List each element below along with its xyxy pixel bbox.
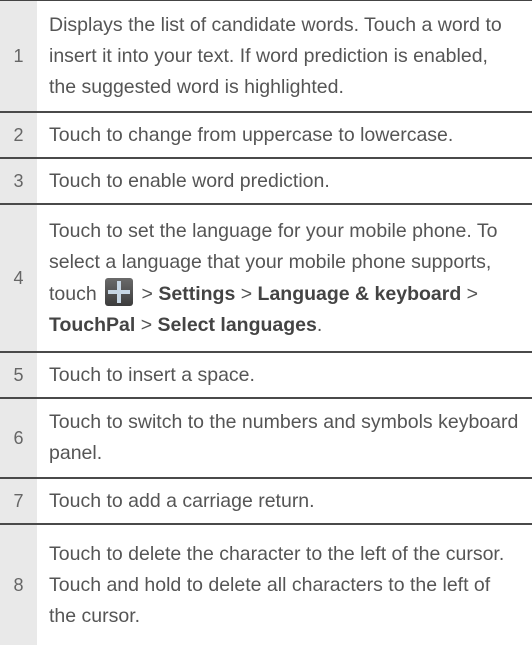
table-row: 5 Touch to insert a space. (0, 353, 532, 399)
row-number: 6 (0, 399, 37, 477)
row-description: Touch to insert a space. (37, 353, 532, 397)
table-row: 8 Touch to delete the character to the l… (0, 525, 532, 645)
table-row: 6 Touch to switch to the numbers and sym… (0, 399, 532, 479)
row-number: 4 (0, 205, 37, 351)
row-description: Touch to change from uppercase to lowerc… (37, 113, 532, 157)
menu-icon (105, 277, 134, 306)
row-text: Touch to add a carriage return. (49, 489, 315, 512)
row-description: Touch to set the language for your mobil… (37, 205, 532, 351)
table-row: 4 Touch to set the language for your mob… (0, 205, 532, 353)
separator: > (235, 282, 258, 305)
row-description: Touch to enable word prediction. (37, 159, 532, 203)
row-description: Touch to add a carriage return. (37, 479, 532, 523)
row-number: 7 (0, 479, 37, 523)
row-text: Touch to set the language for your mobil… (49, 216, 520, 341)
row-text: Touch to switch to the numbers and symbo… (49, 411, 519, 464)
row-text: Touch to delete the character to the lef… (49, 542, 505, 627)
row-text: Touch to change from uppercase to lowerc… (49, 123, 454, 146)
row-description: Displays the list of candidate words. To… (37, 1, 532, 111)
text-end: . (316, 313, 323, 336)
row-number: 1 (0, 1, 37, 111)
row-description: Touch to delete the character to the lef… (37, 525, 532, 645)
row-number: 8 (0, 525, 37, 645)
instruction-table: 1 Displays the list of candidate words. … (0, 0, 532, 645)
settings-label: Settings (158, 282, 236, 305)
touchpal-label: TouchPal (49, 313, 136, 336)
language-keyboard-label: Language & keyboard (257, 282, 462, 305)
table-row: 1 Displays the list of candidate words. … (0, 1, 532, 113)
row-text: Displays the list of candidate words. To… (49, 13, 502, 98)
separator: > (461, 282, 479, 305)
select-languages-label: Select languages (157, 313, 317, 336)
row-number: 5 (0, 353, 37, 397)
table-row: 7 Touch to add a carriage return. (0, 479, 532, 525)
row-text: Touch to insert a space. (49, 363, 255, 386)
row-number: 2 (0, 113, 37, 157)
table-row: 2 Touch to change from uppercase to lowe… (0, 113, 532, 159)
table-row: 3 Touch to enable word prediction. (0, 159, 532, 205)
row-number: 3 (0, 159, 37, 203)
separator: > (135, 313, 158, 336)
row-description: Touch to switch to the numbers and symbo… (37, 399, 532, 477)
separator: > (136, 282, 159, 305)
row-text: Touch to enable word prediction. (49, 169, 330, 192)
